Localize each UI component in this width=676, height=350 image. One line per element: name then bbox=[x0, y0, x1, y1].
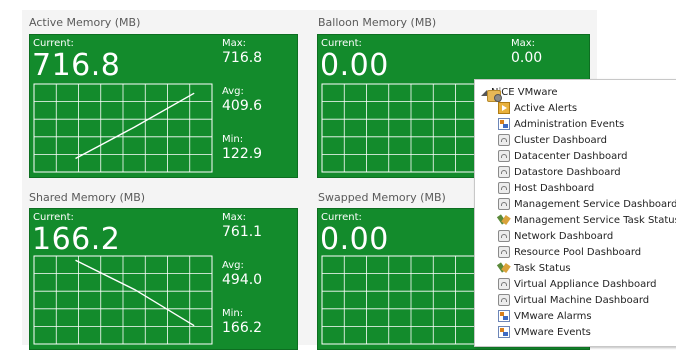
task-status-icon bbox=[498, 262, 510, 274]
tree-item-datacenter-dashboard[interactable]: Datacenter Dashboard bbox=[498, 148, 676, 164]
series-line bbox=[75, 92, 195, 160]
shared-memory-card: Current: 166.2 Max: 761.1 Avg: 494.0 Min… bbox=[29, 208, 298, 350]
series-line bbox=[75, 259, 195, 327]
min-label: Min: bbox=[222, 134, 244, 145]
tree-item-management-service-dashboard[interactable]: Management Service Dashboard bbox=[498, 196, 676, 212]
tree-item-active-alerts[interactable]: Active Alerts bbox=[498, 100, 676, 116]
tile-title: Active Memory (MB) bbox=[29, 16, 141, 29]
current-value: 716.8 bbox=[32, 48, 121, 83]
max-label: Max: bbox=[222, 38, 247, 49]
max-value: 761.1 bbox=[222, 224, 263, 240]
tree-item-virtual-machine-dashboard[interactable]: Virtual Machine Dashboard bbox=[498, 292, 676, 308]
dashboard-icon bbox=[498, 230, 510, 242]
tile-title: Balloon Memory (MB) bbox=[318, 16, 437, 29]
avg-label: Avg: bbox=[222, 86, 244, 97]
tree-items: Active Alerts Administration Events Cluste… bbox=[498, 100, 676, 340]
tree-item-label: Administration Events bbox=[514, 118, 625, 130]
tree-item-label: Management Service Dashboard bbox=[514, 198, 676, 210]
tree-item-label: Datastore Dashboard bbox=[514, 166, 621, 178]
tree-item-label: Virtual Machine Dashboard bbox=[514, 294, 650, 306]
current-value: 0.00 bbox=[320, 222, 389, 257]
tree-item-label: VMware Events bbox=[514, 326, 591, 338]
tree-item-label: Active Alerts bbox=[514, 102, 578, 114]
tree-item-network-dashboard[interactable]: Network Dashboard bbox=[498, 228, 676, 244]
tree-item-management-service-task-status[interactable]: Management Service Task Status bbox=[498, 212, 676, 228]
events-icon bbox=[498, 326, 510, 338]
max-label: Max: bbox=[511, 38, 536, 49]
tree-item-resource-pool-dashboard[interactable]: Resource Pool Dashboard bbox=[498, 244, 676, 260]
tree-item-label: Network Dashboard bbox=[514, 230, 614, 242]
nice-vmware-tree: ◢ NiCE VMware Active Alerts Administratio… bbox=[474, 79, 676, 347]
avg-label: Avg: bbox=[222, 260, 244, 271]
shared-memory-chart bbox=[33, 255, 213, 345]
tree-item-label: Host Dashboard bbox=[514, 182, 595, 194]
max-label: Max: bbox=[222, 212, 247, 223]
tree-item-label: Cluster Dashboard bbox=[514, 134, 607, 146]
task-status-icon bbox=[498, 214, 510, 226]
tree-item-label: Resource Pool Dashboard bbox=[514, 246, 642, 258]
max-value: 0.00 bbox=[511, 50, 543, 66]
dashboard-icon bbox=[498, 198, 510, 210]
min-value: 122.9 bbox=[222, 146, 263, 162]
tree-item-label: Datacenter Dashboard bbox=[514, 150, 628, 162]
dashboard-icon bbox=[498, 246, 510, 258]
tree-item-task-status[interactable]: Task Status bbox=[498, 260, 676, 276]
tree-item-label: Management Service Task Status bbox=[514, 214, 676, 226]
active-memory-chart bbox=[33, 83, 213, 173]
avg-value: 409.6 bbox=[222, 98, 263, 114]
tree-item-virtual-appliance-dashboard[interactable]: Virtual Appliance Dashboard bbox=[498, 276, 676, 292]
tree-item-label: Task Status bbox=[514, 262, 571, 274]
dashboard-icon bbox=[498, 150, 510, 162]
min-label: Min: bbox=[222, 308, 244, 319]
tree-item-administration-events[interactable]: Administration Events bbox=[498, 116, 676, 132]
active-memory-card: Current: 716.8 Max: 716.8 Avg: 409.6 Min… bbox=[29, 34, 298, 178]
alerts-icon bbox=[498, 102, 510, 114]
tree-item-label: VMware Alarms bbox=[514, 310, 592, 322]
dashboard-icon bbox=[498, 166, 510, 178]
dashboard-icon bbox=[498, 278, 510, 290]
tree-item-vmware-alarms[interactable]: VMware Alarms bbox=[498, 308, 676, 324]
tile-title: Shared Memory (MB) bbox=[29, 191, 146, 204]
dashboard-icon bbox=[498, 182, 510, 194]
avg-value: 494.0 bbox=[222, 272, 263, 288]
dashboard-icon bbox=[498, 134, 510, 146]
tree-root[interactable]: ◢ NiCE VMware bbox=[481, 85, 558, 102]
tree-item-host-dashboard[interactable]: Host Dashboard bbox=[498, 180, 676, 196]
tree-item-vmware-events[interactable]: VMware Events bbox=[498, 324, 676, 340]
events-icon bbox=[498, 118, 510, 130]
max-value: 716.8 bbox=[222, 50, 263, 66]
dashboard-icon bbox=[498, 294, 510, 306]
tile-title: Swapped Memory (MB) bbox=[318, 191, 446, 204]
current-value: 166.2 bbox=[32, 222, 121, 257]
tree-item-datastore-dashboard[interactable]: Datastore Dashboard bbox=[498, 164, 676, 180]
tree-item-cluster-dashboard[interactable]: Cluster Dashboard bbox=[498, 132, 676, 148]
events-icon bbox=[498, 310, 510, 322]
min-value: 166.2 bbox=[222, 320, 263, 336]
tree-item-label: Virtual Appliance Dashboard bbox=[514, 278, 657, 290]
current-value: 0.00 bbox=[320, 48, 389, 83]
